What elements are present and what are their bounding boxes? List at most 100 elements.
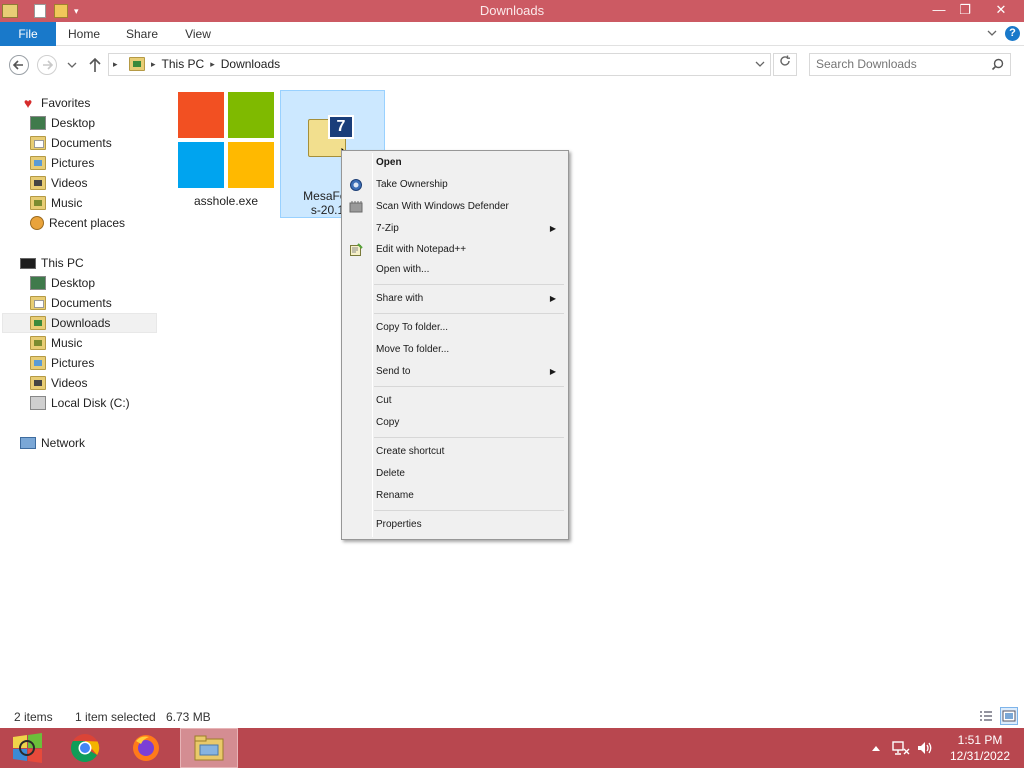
nav-fav-recent-places[interactable]: Recent places xyxy=(30,213,125,233)
volume-icon[interactable] xyxy=(916,740,934,756)
menu-item-delete[interactable]: Delete xyxy=(344,464,566,484)
tab-file[interactable]: File xyxy=(0,22,56,46)
nav-fav-pictures[interactable]: Pictures xyxy=(30,153,94,173)
taskbar-chrome[interactable] xyxy=(58,728,116,768)
menu-item-open-with[interactable]: Open with... xyxy=(344,260,566,280)
nav-pc-music[interactable]: Music xyxy=(30,333,82,353)
menu-item-7zip[interactable]: 7-Zip ▶ xyxy=(344,219,566,239)
nav-fav-music[interactable]: Music xyxy=(30,193,82,213)
menu-label: Copy To folder... xyxy=(376,322,449,333)
taskbar-clock[interactable]: 1:51 PM 12/31/2022 xyxy=(940,732,1020,764)
up-arrow-icon[interactable] xyxy=(87,56,103,74)
tab-home[interactable]: Home xyxy=(62,22,106,46)
nav-pc-pictures[interactable]: Pictures xyxy=(30,353,94,373)
taskbar-firefox[interactable] xyxy=(119,728,177,768)
nav-label: This PC xyxy=(41,256,84,270)
nav-label: Music xyxy=(51,196,83,210)
back-button[interactable] xyxy=(9,55,29,75)
restore-button[interactable]: ❐ xyxy=(950,0,980,22)
menu-label: Rename xyxy=(376,490,414,501)
pictures-folder-icon xyxy=(30,356,46,370)
nav-label: Recent places xyxy=(49,216,126,230)
documents-folder-icon xyxy=(30,136,46,150)
menu-item-copy[interactable]: Copy xyxy=(344,413,566,433)
breadcrumb-chevron-icon: ▸ xyxy=(210,58,215,69)
tab-share[interactable]: Share xyxy=(120,22,164,46)
chrome-icon xyxy=(70,734,100,763)
menu-label: Move To folder... xyxy=(376,344,450,355)
large-icons-view-button[interactable] xyxy=(1000,707,1018,725)
menu-label: Take Ownership xyxy=(376,179,448,190)
menu-item-create-shortcut[interactable]: Create shortcut xyxy=(344,442,566,462)
breadcrumb-this-pc[interactable]: This PC xyxy=(162,57,205,71)
clock-date: 12/31/2022 xyxy=(949,749,1011,763)
menu-separator xyxy=(374,284,564,285)
windows-logo-icon xyxy=(178,92,274,188)
title-bar: ▾ Downloads — ❐ ✕ xyxy=(0,0,1024,22)
nav-pc-desktop[interactable]: Desktop xyxy=(30,273,95,293)
menu-item-cut[interactable]: Cut xyxy=(344,391,566,411)
file-item-asshole-exe[interactable]: asshole.exe xyxy=(176,90,276,210)
expand-ribbon-icon[interactable] xyxy=(986,27,998,39)
menu-label: 7-Zip xyxy=(376,223,399,234)
forward-arrow-icon xyxy=(43,60,54,70)
nav-fav-documents[interactable]: Documents xyxy=(30,133,112,153)
nav-fav-videos[interactable]: Videos xyxy=(30,173,87,193)
details-view-button[interactable] xyxy=(977,707,995,725)
menu-label: Copy xyxy=(376,417,400,428)
menu-item-rename[interactable]: Rename xyxy=(344,486,566,506)
nav-favorites[interactable]: ♥ Favorites xyxy=(20,93,91,113)
nav-pc-videos[interactable]: Videos xyxy=(30,373,87,393)
pictures-folder-icon xyxy=(30,156,46,170)
nav-label: Desktop xyxy=(51,276,96,290)
menu-item-edit-notepad-plus[interactable]: Edit with Notepad++ xyxy=(344,240,566,260)
menu-item-move-to-folder[interactable]: Move To folder... xyxy=(344,340,566,360)
window-title: Downloads xyxy=(479,3,545,18)
menu-item-send-to[interactable]: Send to ▶ xyxy=(344,362,566,382)
menu-label: Create shortcut xyxy=(376,446,445,457)
close-button[interactable]: ✕ xyxy=(986,0,1016,22)
taskbar-file-explorer[interactable] xyxy=(180,728,238,768)
recent-locations-icon[interactable] xyxy=(66,60,78,70)
submenu-arrow-icon: ▶ xyxy=(549,294,556,303)
nav-label: Downloads xyxy=(51,316,111,330)
address-dropdown-icon[interactable] xyxy=(752,56,768,72)
search-icon[interactable] xyxy=(991,58,1004,71)
network-status-icon[interactable] xyxy=(892,740,910,756)
refresh-button[interactable] xyxy=(773,53,797,76)
music-folder-icon xyxy=(30,336,46,350)
details-view-icon xyxy=(980,711,992,721)
nav-network[interactable]: Network xyxy=(20,433,85,453)
search-input[interactable] xyxy=(816,57,986,71)
help-icon[interactable]: ? xyxy=(1005,26,1020,41)
status-size: 6.73 MB xyxy=(166,710,211,724)
menu-item-take-ownership[interactable]: Take Ownership xyxy=(344,175,566,195)
nav-pc-downloads[interactable]: Downloads xyxy=(2,313,157,333)
menu-item-properties[interactable]: Properties xyxy=(344,515,566,535)
submenu-arrow-icon: ▶ xyxy=(549,367,556,376)
tab-view[interactable]: View xyxy=(178,22,218,46)
menu-item-open[interactable]: Open xyxy=(344,153,566,173)
videos-folder-icon xyxy=(30,176,46,190)
search-box[interactable] xyxy=(809,53,1011,76)
menu-item-copy-to-folder[interactable]: Copy To folder... xyxy=(344,318,566,338)
breadcrumb-downloads[interactable]: Downloads xyxy=(221,57,280,71)
start-button[interactable] xyxy=(0,728,58,768)
notepad-plus-icon xyxy=(350,243,363,256)
address-bar[interactable]: ▸ ▸ This PC ▸ Downloads xyxy=(108,53,771,76)
menu-item-scan-defender[interactable]: Scan With Windows Defender xyxy=(344,197,566,217)
nav-label: Music xyxy=(51,336,83,350)
show-hidden-icons-icon[interactable] xyxy=(871,744,881,752)
nav-pc-local-disk[interactable]: Local Disk (C:) xyxy=(30,393,130,413)
taskbar: 1:51 PM 12/31/2022 xyxy=(0,728,1024,768)
submenu-arrow-icon: ▶ xyxy=(549,224,556,233)
start-icon xyxy=(13,733,42,763)
computer-icon xyxy=(20,257,36,269)
menu-label: Open xyxy=(376,157,402,168)
forward-button[interactable] xyxy=(37,55,57,75)
documents-folder-icon xyxy=(30,296,46,310)
nav-fav-desktop[interactable]: Desktop xyxy=(30,113,95,133)
nav-this-pc[interactable]: This PC xyxy=(20,253,84,273)
menu-item-share-with[interactable]: Share with ▶ xyxy=(344,289,566,309)
nav-pc-documents[interactable]: Documents xyxy=(30,293,112,313)
